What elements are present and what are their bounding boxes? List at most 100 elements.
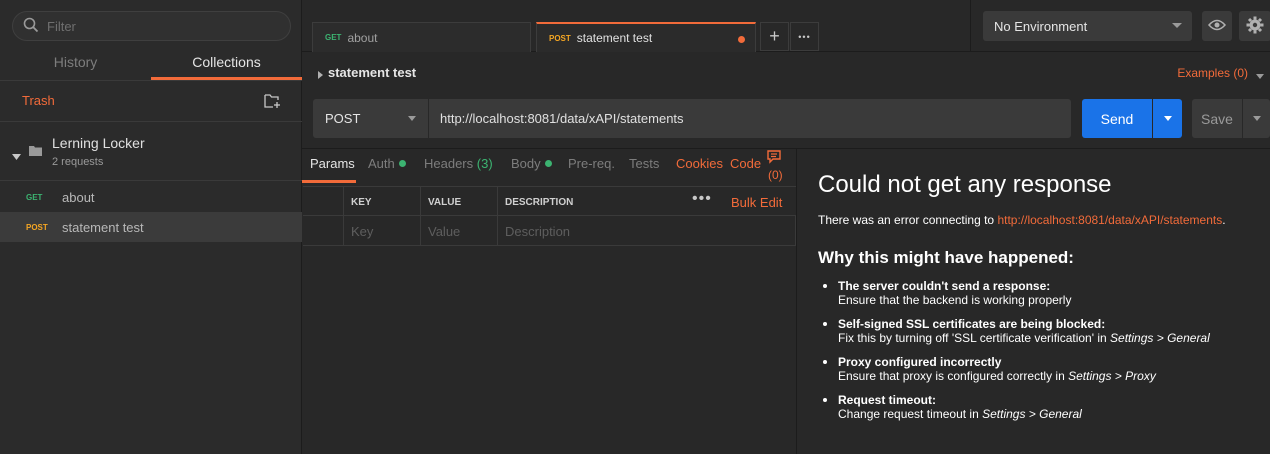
send-button[interactable]: Send <box>1082 99 1152 138</box>
new-tab-button[interactable]: + <box>760 22 789 51</box>
tab-tests[interactable]: Tests <box>629 156 659 171</box>
description-input[interactable]: Description <box>497 216 796 246</box>
params-header-row: KEY VALUE DESCRIPTION ••• Bulk Edit <box>303 186 796 217</box>
method-badge: POST <box>26 222 48 232</box>
save-options-button[interactable] <box>1243 99 1270 138</box>
active-tab-indicator <box>302 180 356 183</box>
chevron-down-icon[interactable] <box>1256 68 1264 82</box>
environment-select[interactable]: No Environment <box>983 11 1192 41</box>
detail-setting: Settings > General <box>1110 331 1210 345</box>
reason-title: Request timeout: <box>838 393 937 407</box>
sidebar-request-statement-test[interactable]: POST statement test <box>0 212 302 242</box>
eye-icon <box>1207 19 1227 34</box>
tab-params[interactable]: Params <box>310 156 355 171</box>
column-header-key: KEY <box>343 187 420 217</box>
bulk-edit-link[interactable]: Bulk Edit <box>731 195 782 210</box>
reason-detail: Ensure that the backend is working prope… <box>838 293 1071 307</box>
params-input-row: Key Value Description <box>303 216 796 246</box>
url-input[interactable]: http://localhost:8081/data/xAPI/statemen… <box>429 99 1071 138</box>
reason-title: Self-signed SSL certificates are being b… <box>838 317 1106 331</box>
error-text: There was an error connecting to <box>818 213 998 227</box>
why-heading: Why this might have happened: <box>818 248 1074 267</box>
tab-headers[interactable]: Headers (3) <box>424 156 493 171</box>
tab-label: statement test <box>576 31 653 45</box>
chevron-down-icon <box>408 116 416 121</box>
sidebar: History Collections Trash Lerning Locker… <box>0 0 302 454</box>
method-badge: GET <box>325 33 342 42</box>
manage-environments-button[interactable] <box>1239 11 1270 41</box>
params-table: KEY VALUE DESCRIPTION ••• Bulk Edit Key … <box>303 186 796 246</box>
plus-icon: + <box>769 26 780 46</box>
trash-link[interactable]: Trash <box>22 93 55 108</box>
more-icon: ••• <box>798 31 811 42</box>
error-suffix: . <box>1222 213 1226 227</box>
response-title: Could not get any response <box>818 171 1112 198</box>
more-options-icon[interactable]: ••• <box>692 190 712 208</box>
checkbox-column <box>303 187 343 217</box>
detail-text: Fix this by turning off 'SSL certificate… <box>838 331 1111 345</box>
reason-item: Request timeout: Change request timeout … <box>823 393 1082 421</box>
tab-statement-test[interactable]: POST statement test <box>536 22 756 52</box>
detail-setting: Settings > General <box>982 407 1082 421</box>
search-icon <box>23 17 39 36</box>
reason-item: The server couldn't send a response: Ens… <box>823 279 1071 307</box>
header-label: KEY <box>351 196 372 208</box>
search-box[interactable] <box>12 11 291 41</box>
comments-icon[interactable] <box>767 150 781 167</box>
header-label: VALUE <box>428 196 462 208</box>
cookies-link[interactable]: Cookies <box>676 156 723 171</box>
error-url-link[interactable]: http://localhost:8081/data/xAPI/statemen… <box>997 213 1222 227</box>
tab-options-button[interactable]: ••• <box>790 22 819 51</box>
request-name: statement test <box>62 219 144 235</box>
row-checkbox <box>303 216 343 246</box>
chevron-down-icon <box>1252 116 1261 121</box>
column-header-value: VALUE <box>420 187 497 217</box>
sidebar-request-about[interactable]: GET about <box>0 182 302 212</box>
new-collection-icon[interactable] <box>264 93 282 112</box>
search-input[interactable] <box>47 18 267 34</box>
unsaved-dot-icon <box>738 36 745 43</box>
examples-link[interactable]: Examples (0) <box>1177 66 1248 80</box>
tab-prerequest[interactable]: Pre-req. <box>568 156 615 171</box>
tab-about[interactable]: GET about <box>312 22 531 52</box>
send-label: Send <box>1100 110 1134 127</box>
response-panel: Could not get any response There was an … <box>796 149 1270 454</box>
chevron-down-icon <box>1163 116 1172 121</box>
environment-label: No Environment <box>994 18 1088 34</box>
tab-auth[interactable]: Auth <box>368 156 406 171</box>
environment-quick-look-button[interactable] <box>1202 11 1232 41</box>
key-input[interactable]: Key <box>343 216 420 246</box>
tab-collections[interactable]: Collections <box>151 48 302 80</box>
status-dot-icon <box>544 160 552 167</box>
request-title-bar: statement test Examples (0) <box>302 60 1270 86</box>
tab-body[interactable]: Body <box>511 156 552 171</box>
send-options-button[interactable] <box>1153 99 1182 138</box>
request-name: about <box>62 189 95 205</box>
bullet-icon <box>823 322 827 326</box>
caret-right-icon[interactable] <box>318 68 323 82</box>
comments-count[interactable]: (0) <box>768 168 783 182</box>
bullet-icon <box>823 284 827 288</box>
description-placeholder: Description <box>505 223 571 239</box>
reason-detail: Fix this by turning off 'SSL certificate… <box>838 331 1210 345</box>
url-value: http://localhost:8081/data/xAPI/statemen… <box>440 111 684 126</box>
status-dot-icon <box>398 160 406 167</box>
code-link[interactable]: Code <box>730 156 761 171</box>
save-button[interactable]: Save <box>1192 99 1242 138</box>
chevron-down-icon <box>1172 23 1182 28</box>
request-tab-bar: GET about POST statement test + ••• <box>302 0 970 52</box>
key-placeholder: Key <box>351 223 374 239</box>
detail-text: Ensure that the backend is working prope… <box>838 293 1072 307</box>
method-select[interactable]: POST <box>313 99 428 138</box>
request-title[interactable]: statement test <box>328 65 416 80</box>
detail-text: Ensure that proxy is configured correctl… <box>838 369 1069 383</box>
collection-item[interactable]: Lerning Locker 2 requests <box>0 123 302 181</box>
caret-down-icon[interactable] <box>12 149 21 163</box>
tab-history[interactable]: History <box>0 48 151 80</box>
detail-setting: Settings > Proxy <box>1068 369 1156 383</box>
request-tabs: Params Auth Headers (3) Body Pre-req. Te… <box>302 150 796 186</box>
environment-bar: No Environment <box>970 0 1270 52</box>
response-error: There was an error connecting to http://… <box>818 213 1226 227</box>
headers-count: (3) <box>476 156 493 171</box>
value-input[interactable]: Value <box>420 216 497 246</box>
